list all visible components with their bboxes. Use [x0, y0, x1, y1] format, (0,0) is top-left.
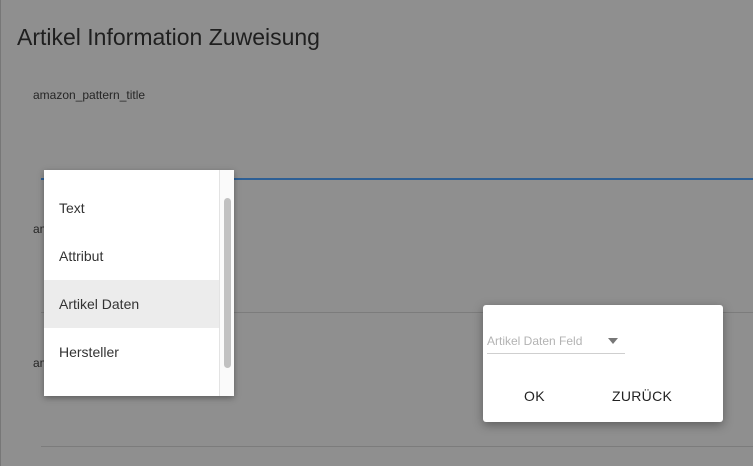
dropdown-item-hersteller[interactable]: Hersteller	[44, 328, 219, 376]
dropdown-scrollbar[interactable]	[219, 170, 234, 396]
artikel-daten-feld-select[interactable]: Artikel Daten Feld	[487, 332, 625, 354]
dropdown-item-artikel-daten[interactable]: Artikel Daten	[44, 280, 219, 328]
type-dropdown-menu[interactable]: Text Attribut Artikel Daten Hersteller	[44, 170, 234, 396]
dropdown-item-text[interactable]: Text	[44, 184, 219, 232]
page-title: Artikel Information Zuweisung	[17, 24, 320, 50]
dropdown-scrollbar-thumb[interactable]	[224, 198, 231, 368]
back-button[interactable]: ZURÜCK	[612, 388, 672, 404]
select-placeholder: Artikel Daten Feld	[487, 334, 583, 348]
assignment-dialog: Artikel Daten Feld OK ZURÜCK	[483, 305, 723, 422]
page-background: Artikel Information Zuweisung amazon_pat…	[0, 0, 753, 466]
field-label-2: am	[33, 222, 44, 236]
dropdown-item-attribut[interactable]: Attribut	[44, 232, 219, 280]
ok-button[interactable]: OK	[524, 388, 545, 404]
field-label-pattern-title: amazon_pattern_title	[33, 88, 146, 102]
dropdown-item-partial[interactable]	[44, 376, 219, 396]
page-left-border	[0, 0, 1, 466]
caret-down-icon	[608, 338, 618, 344]
field-underline-3	[41, 446, 753, 447]
field-label-3: am	[33, 356, 44, 370]
dropdown-list: Text Attribut Artikel Daten Hersteller	[44, 184, 219, 396]
